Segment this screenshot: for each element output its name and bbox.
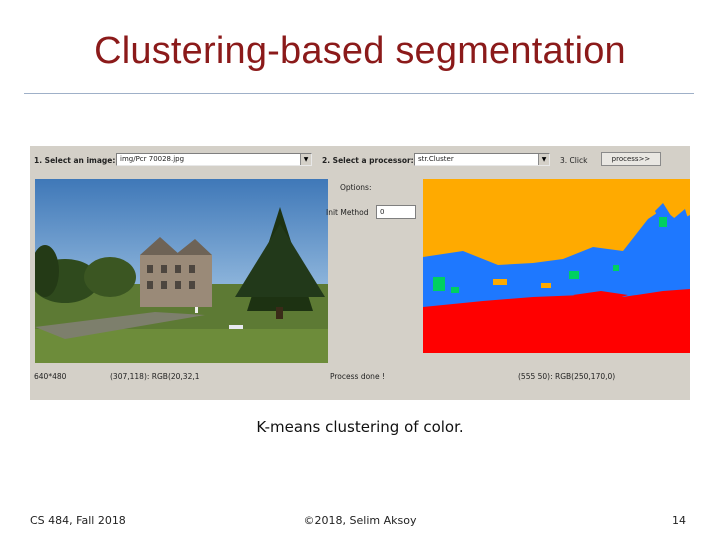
select-processor-label: 2. Select a processor: (322, 156, 414, 165)
chevron-down-icon[interactable]: ▼ (538, 154, 549, 165)
click-label: 3. Click (560, 156, 588, 165)
status-text: Process done ! (330, 372, 385, 381)
source-image (35, 179, 328, 363)
processor-select-value: str.Cluster (418, 155, 454, 163)
image-select-value: img/Pcr 70028.jpg (120, 155, 185, 163)
slide-title: Clustering-based segmentation (94, 30, 626, 72)
footer-page-number: 14 (672, 514, 686, 527)
segmentation-app-window: 1. Select an image: img/Pcr 70028.jpg ▼ … (30, 146, 690, 400)
segmentation-result (423, 179, 690, 353)
init-method-label: Init Method (326, 208, 369, 217)
segmented-image (423, 179, 690, 353)
select-image-label: 1. Select an image: (34, 156, 116, 165)
chevron-down-icon[interactable]: ▼ (300, 154, 311, 165)
init-method-field[interactable]: 0 (376, 205, 416, 219)
title-divider (24, 93, 694, 94)
pixel-info-right: (555 50): RGB(250,170,0) (518, 372, 616, 381)
processor-select[interactable]: str.Cluster ▼ (414, 153, 550, 166)
process-button[interactable]: process>> (601, 152, 661, 166)
campus-photo (35, 179, 328, 363)
footer-copyright: ©2018, Selim Aksoy (303, 514, 417, 527)
image-select[interactable]: img/Pcr 70028.jpg ▼ (116, 153, 312, 166)
image-size-readout: 640*480 (34, 372, 67, 381)
options-label: Options: (340, 183, 372, 192)
slide-caption: K-means clustering of color. (256, 418, 464, 436)
pixel-info-left: (307,118): RGB(20,32,1 (110, 372, 200, 381)
